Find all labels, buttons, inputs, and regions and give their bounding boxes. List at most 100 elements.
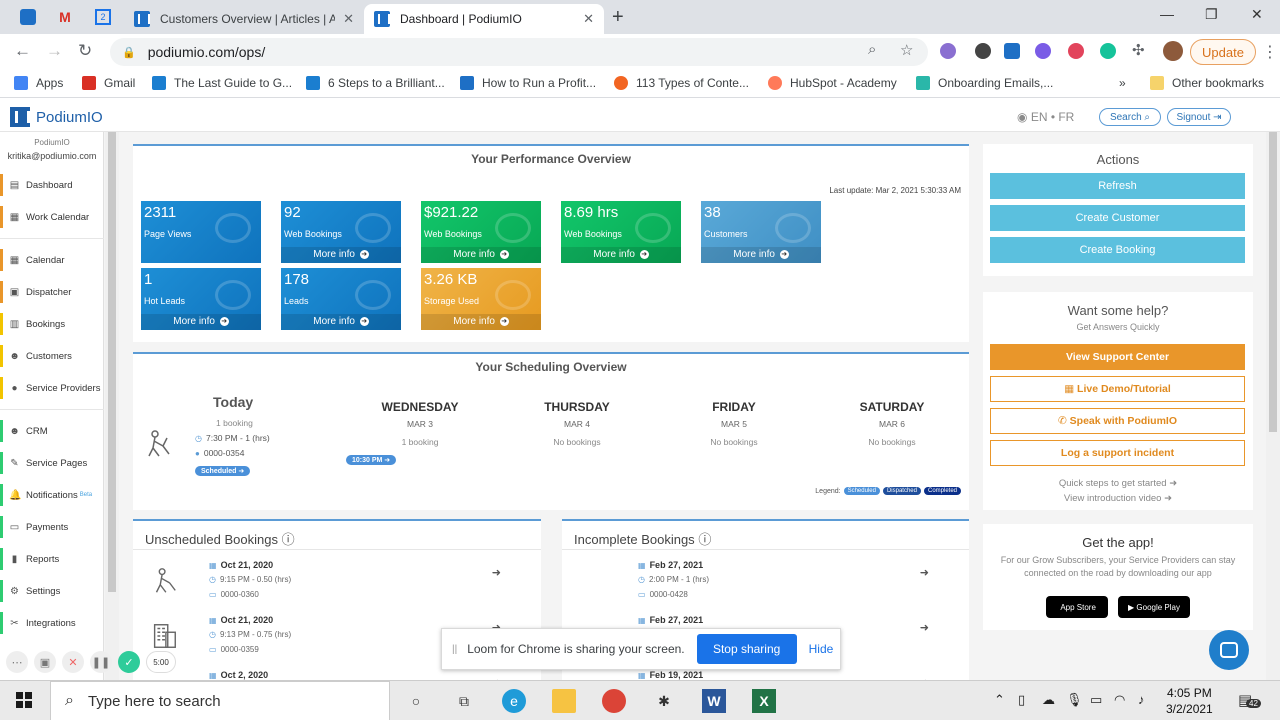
tray-device-icon[interactable]: ▯ [1018,692,1025,708]
slack-icon[interactable]: ✱ [652,689,676,713]
loom-menu-icon[interactable]: ⋯ [6,651,28,673]
view-support-center-button[interactable]: View Support Center [990,344,1245,370]
file-explorer-icon[interactable] [552,689,576,713]
edge-icon[interactable]: e [502,689,526,713]
wednesday-booking-badge[interactable]: 10:30 PM ➜ [346,451,397,465]
bookmark-last-guide[interactable]: The Last Guide to G... [152,76,292,90]
tile-hot-leads[interactable]: 1 Hot Leads More info ➜ [141,268,261,330]
loom-pause-icon[interactable]: ❚❚ [90,651,112,673]
more-info-link[interactable]: More info ➜ [141,314,261,330]
extension-picker-icon[interactable] [975,43,991,59]
tray-chevron-up-icon[interactable]: ⌃ [994,692,1005,708]
sidebar-item-dashboard[interactable]: ▤ Dashboard [0,170,104,200]
arrow-right-icon[interactable]: ➜ [492,566,501,579]
zoom-icon[interactable]: ⌕ [868,41,876,58]
tab-customers-overview[interactable]: Customers Overview | Articles | A ✕ [124,4,364,34]
pinned-tab-calendar[interactable]: 2 [91,6,115,28]
signout-button[interactable]: Signout ⇥ [1167,108,1231,126]
cortana-icon[interactable]: ○ [404,689,428,713]
extension-grammarly-icon[interactable] [1100,43,1116,59]
hide-button[interactable]: Hide [809,642,834,656]
tile-web-bookings-revenue[interactable]: $921.22 Web Bookings More info ➜ [421,201,541,263]
google-play-button[interactable]: ▶ Google Play [1118,596,1190,618]
quick-steps-link[interactable]: Quick steps to get started ➜ [983,478,1253,489]
more-info-link[interactable]: More info ➜ [701,247,821,263]
restore-button[interactable]: ❐ [1205,6,1218,23]
sidebar-item-payments[interactable]: ▭ Payments [0,512,104,542]
bookmark-6-steps[interactable]: 6 Steps to a Brilliant... [306,76,445,90]
sidebar-item-settings[interactable]: ⚙ Settings [0,576,104,606]
arrow-right-icon[interactable]: ➜ [920,566,929,579]
minimize-button[interactable]: — [1160,6,1174,22]
extension-pen-icon[interactable] [940,43,956,59]
refresh-button[interactable]: Refresh [990,173,1245,199]
create-customer-button[interactable]: Create Customer [990,205,1245,231]
bookmark-onboarding[interactable]: Onboarding Emails,... [916,76,1053,90]
extension-asterisk-icon[interactable] [1035,43,1051,59]
sidebar-item-service-pages[interactable]: ✎ Service Pages [0,448,104,478]
sidebar-item-crm[interactable]: ☻ CRM [0,416,104,446]
wifi-icon[interactable]: ◠ [1114,692,1125,708]
bookmark-hubspot[interactable]: HubSpot - Academy [768,76,897,90]
pinned-tab-gmail[interactable]: M [53,6,77,28]
tile-web-bookings-count[interactable]: 92 Web Bookings More info ➜ [281,201,401,263]
new-tab-button[interactable]: + [612,6,624,29]
forward-arrow-icon[interactable]: → [46,41,63,61]
podiumio-logo[interactable]: PodiumIO [10,107,103,127]
extensions-puzzle-icon[interactable]: ✣ [1132,41,1145,59]
windows-start-icon[interactable] [16,692,32,708]
tab-dashboard[interactable]: Dashboard | PodiumIO ✕ [364,4,604,34]
more-info-link[interactable]: More info ➜ [561,247,681,263]
tile-web-bookings-hours[interactable]: 8.69 hrs Web Bookings More info ➜ [561,201,681,263]
scrollbar-thumb[interactable] [108,132,116,592]
sidebar-item-dispatcher[interactable]: ▣ Dispatcher [0,277,104,307]
excel-icon[interactable]: X [752,689,776,713]
back-arrow-icon[interactable]: ← [14,41,31,61]
arrow-right-icon[interactable]: ➜ [920,621,929,634]
sidebar-item-service-providers[interactable]: ● Service Providers [0,373,104,403]
bookmark-other[interactable]: Other bookmarks [1150,76,1264,90]
live-demo-button[interactable]: ▦ Live Demo/Tutorial [990,376,1245,402]
more-info-link[interactable]: More info ➜ [281,247,401,263]
bookmark-run-profit[interactable]: How to Run a Profit... [460,76,596,90]
create-booking-button[interactable]: Create Booking [990,237,1245,263]
today-status-badge[interactable]: Scheduled ➜ [195,462,251,476]
tile-customers[interactable]: 38 Customers More info ➜ [701,201,821,263]
tile-page-views[interactable]: 2311 Page Views [141,201,261,263]
loom-draw-icon[interactable]: ▣ [34,651,56,673]
drag-handle-icon[interactable]: || [452,644,457,655]
more-info-link[interactable]: More info ➜ [421,247,541,263]
onedrive-icon[interactable]: ☁ [1042,692,1055,708]
extension-intercom-icon[interactable] [1004,43,1020,59]
bookmark-gmail[interactable]: Gmail [82,76,135,90]
table-row[interactable]: ▦ Oct 21, 2020 ◷ 9:15 PM - 0.50 (hrs) ▭ 000… [133,556,541,612]
more-info-link[interactable]: More info ➜ [421,314,541,330]
close-icon[interactable]: ✕ [583,11,594,27]
update-button[interactable]: Update [1190,39,1256,65]
tile-leads[interactable]: 178 Leads More info ➜ [281,268,401,330]
taskbar-search[interactable]: ⌕ Type here to search [50,681,390,720]
sidebar-item-calendar[interactable]: ▦ Calendar [0,245,104,275]
help-circle-icon[interactable]: ⓘ [282,532,295,547]
microphone-icon[interactable]: 🎙 [1066,692,1083,708]
page-scrollbar[interactable] [1266,132,1280,680]
sidebar-item-integrations[interactable]: ✂ Integrations [0,608,104,638]
address-bar[interactable]: 🔒 podiumio.com/ops/ [110,38,928,66]
close-icon[interactable]: ✕ [343,11,354,27]
sidebar-item-work-calendar[interactable]: ▦ Work Calendar [0,202,104,232]
chat-launcher-button[interactable] [1209,630,1249,670]
sidebar-item-customers[interactable]: ☻ Customers [0,341,104,371]
language-switch[interactable]: ◉ EN • FR [1017,110,1074,124]
sidebar-item-bookings[interactable]: ▥ Bookings [0,309,104,339]
extension-t-icon[interactable] [1068,43,1084,59]
scrollbar-thumb[interactable] [1269,132,1277,432]
more-menu-icon[interactable]: ⋮ [1262,42,1278,62]
bookmark-apps[interactable]: Apps [14,76,63,90]
pinned-tab-intercom[interactable] [16,6,40,28]
task-view-icon[interactable]: ⧉ [452,689,476,713]
more-info-link[interactable]: More info ➜ [281,314,401,330]
log-support-incident-button[interactable]: Log a support incident [990,440,1245,466]
close-window-button[interactable]: ✕ [1251,6,1263,23]
system-clock[interactable]: 4:05 PM 3/2/2021 [1166,685,1213,717]
sidebar-scrollbar[interactable] [105,132,119,680]
